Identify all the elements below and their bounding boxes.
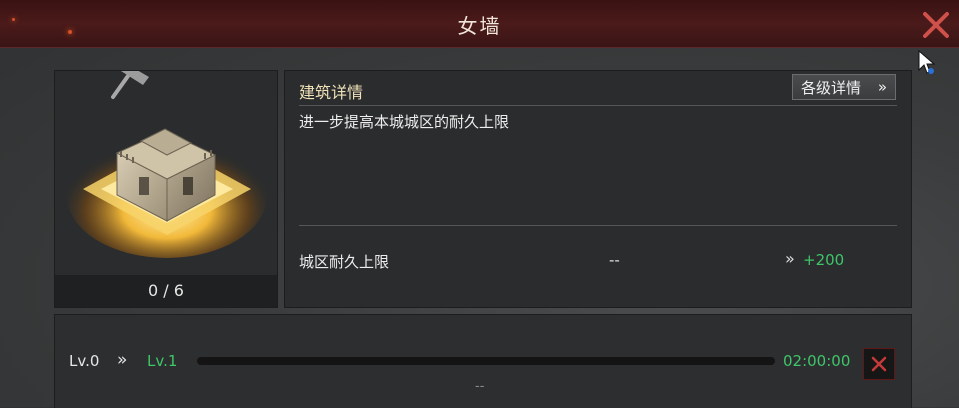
building-description: 进一步提高本城城区的耐久上限 <box>299 113 510 131</box>
section-title: 建筑详情 <box>299 83 364 102</box>
upgrade-panel: Lv.0 » Lv.1 02:00:00 -- <box>54 314 912 408</box>
upgrade-row: Lv.0 » Lv.1 02:00:00 <box>55 348 911 380</box>
details-panel: 建筑详情 各级详情 » 进一步提高本城城区的耐久上限 城区耐久上限 -- » +… <box>284 70 912 308</box>
status-placeholder: -- <box>475 379 485 394</box>
close-button[interactable] <box>918 8 954 42</box>
stat-current-value: -- <box>609 251 620 269</box>
stat-next-value: +200 <box>803 251 845 269</box>
building-panel: 0 / 6 <box>54 63 278 308</box>
upgrade-time: 02:00:00 <box>783 352 851 370</box>
building-image <box>67 63 267 258</box>
stat-label: 城区耐久上限 <box>299 253 390 271</box>
close-x-icon <box>871 356 887 372</box>
current-level: Lv.0 <box>69 352 100 370</box>
double-chevron-icon: » <box>877 78 887 96</box>
title-bar: 女墙 <box>0 0 959 48</box>
close-x-icon <box>923 12 949 38</box>
upgrade-progress-bar <box>197 357 775 365</box>
next-level: Lv.1 <box>147 352 178 370</box>
level-details-label: 各级详情 <box>801 78 862 97</box>
level-details-button[interactable]: 各级详情 » <box>792 74 896 100</box>
mouse-cursor-icon <box>918 50 936 74</box>
divider <box>299 105 897 106</box>
cancel-upgrade-button[interactable] <box>863 348 895 380</box>
double-chevron-icon: » <box>785 249 795 268</box>
divider <box>299 225 897 226</box>
double-chevron-icon: » <box>117 350 128 370</box>
building-progress-count: 0 / 6 <box>55 275 277 307</box>
hammer-icon <box>111 63 149 99</box>
window-title: 女墙 <box>457 14 502 38</box>
